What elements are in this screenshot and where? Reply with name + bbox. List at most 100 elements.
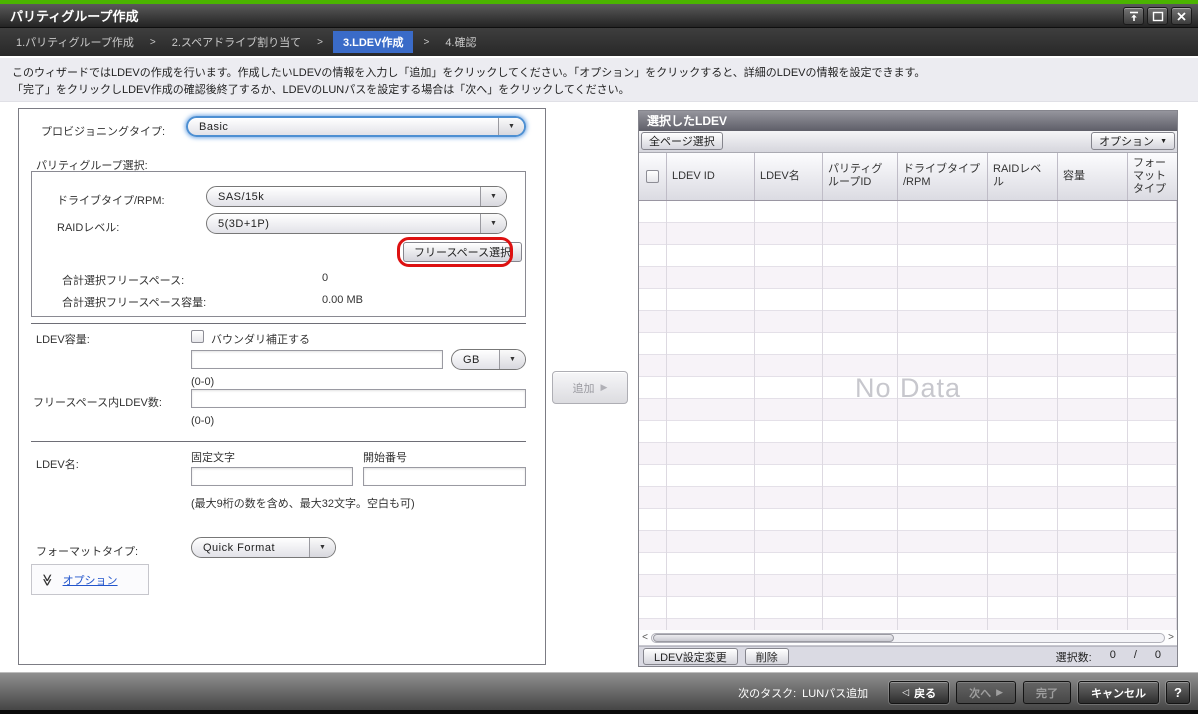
back-button-label: 戻る [914, 685, 936, 701]
wizard-step-4[interactable]: 4.確認 [439, 31, 482, 53]
options-link: オプション [63, 572, 118, 588]
column-header-parity-group-id[interactable]: パリティグループID [823, 153, 898, 200]
maximize-button[interactable] [1147, 7, 1168, 25]
ldev-settings-change-button[interactable]: LDEV設定変更 [643, 648, 738, 665]
column-header-raid-level[interactable]: RAIDレベル [988, 153, 1058, 200]
capacity-unit-value: GB [452, 354, 499, 366]
raid-level-label: RAIDレベル: [57, 219, 119, 235]
next-button[interactable]: 次へ ▶ [956, 681, 1016, 704]
table-column [898, 201, 988, 630]
boundary-correction-checkbox[interactable] [191, 330, 204, 343]
table-options-label: オプション [1099, 133, 1154, 149]
table-options-button[interactable]: オプション ▼ [1091, 132, 1175, 150]
chevron-down-icon: ▼ [480, 214, 506, 233]
table-column [1058, 201, 1128, 630]
step-separator: > [423, 37, 429, 48]
total-free-capacity-value: 0.00 MB [322, 294, 363, 306]
options-expander[interactable]: ≫ オプション [31, 564, 149, 595]
finish-button[interactable]: 完了 [1023, 681, 1071, 704]
title-bar: パリティグループ作成 [0, 4, 1198, 28]
add-button-label: 追加 [573, 380, 595, 396]
format-type-dropdown[interactable]: Quick Format ▼ [191, 537, 336, 558]
capacity-unit-dropdown[interactable]: GB ▼ [451, 349, 526, 370]
close-icon [1176, 11, 1187, 22]
cancel-button[interactable]: キャンセル [1078, 681, 1159, 704]
footer-bottom-edge [0, 710, 1198, 714]
total-free-space-label: 合計選択フリースペース: [62, 272, 184, 288]
instruction-panel: このウィザードではLDEVの作成を行います。作成したいLDEVの情報を入力し「追… [0, 58, 1198, 102]
fixed-text-input[interactable] [191, 467, 353, 486]
add-button[interactable]: 追加 ▶ [552, 371, 628, 404]
help-button[interactable]: ? [1166, 681, 1190, 704]
wizard-step-3-active[interactable]: 3.LDEV作成 [333, 31, 414, 53]
horizontal-scrollbar: < > [639, 630, 1177, 646]
scrollbar-thumb[interactable] [653, 634, 894, 642]
selected-ldev-panel: 選択したLDEV 全ページ選択 オプション ▼ LDEV ID LDEV名 パリ… [638, 110, 1178, 667]
start-number-label: 開始番号 [363, 449, 407, 465]
separator [31, 441, 526, 442]
instruction-line-1: このウィザードではLDEVの作成を行います。作成したいLDEVの情報を入力し「追… [12, 65, 1198, 82]
chevron-down-icon: ▼ [480, 187, 506, 206]
provisioning-type-label: プロビジョニングタイプ: [41, 123, 165, 139]
format-type-label: フォーマットタイプ: [36, 543, 138, 559]
selection-count: 選択数: 0 / 0 [1056, 649, 1173, 665]
fixed-text-label: 固定文字 [191, 449, 235, 465]
drive-type-label: ドライブタイプ/RPM: [57, 192, 165, 208]
raid-level-dropdown[interactable]: 5(3D+1P) ▼ [206, 213, 507, 234]
provisioning-type-dropdown[interactable]: Basic ▼ [186, 116, 526, 137]
ldev-count-label: フリースペース内LDEV数: [33, 394, 162, 410]
back-button[interactable]: ◁ 戻る [889, 681, 949, 704]
table-toolbar: 全ページ選択 オプション ▼ [639, 131, 1177, 153]
column-header-drive-type[interactable]: ドライブタイプ /RPM [898, 153, 988, 200]
next-task: 次のタスク: LUNパス追加 [738, 685, 868, 701]
wizard-step-1[interactable]: 1.パリティグループ作成 [10, 31, 140, 53]
arrow-left-icon: ◁ [902, 687, 909, 698]
column-header-format-type[interactable]: フォーマットタイプ [1128, 153, 1177, 200]
rollup-button[interactable] [1123, 7, 1144, 25]
table-footer: LDEV設定変更 削除 選択数: 0 / 0 [639, 646, 1177, 666]
ldev-create-form-panel: プロビジョニングタイプ: Basic ▼ パリティグループ選択: ドライブタイプ… [18, 108, 546, 665]
capacity-input[interactable] [191, 350, 443, 369]
double-chevron-down-icon: ≫ [40, 573, 54, 586]
next-task-value: LUNパス追加 [802, 685, 868, 701]
delete-button[interactable]: 削除 [745, 648, 789, 665]
select-all-checkbox[interactable] [646, 170, 659, 183]
chevron-down-icon: ▼ [309, 538, 335, 557]
ldev-count-range-hint: (0-0) [191, 415, 214, 427]
scrollbar-track[interactable] [651, 633, 1165, 643]
table-column [1128, 201, 1177, 630]
window-title: パリティグループ作成 [0, 6, 138, 25]
total-free-space-value: 0 [322, 272, 328, 284]
chevron-down-icon: ▼ [1160, 138, 1167, 145]
capacity-range-hint: (0-0) [191, 376, 214, 388]
drive-type-dropdown[interactable]: SAS/15k ▼ [206, 186, 507, 207]
table-body: No Data [639, 201, 1177, 630]
selected-ldev-header: 選択したLDEV [639, 111, 1177, 131]
scroll-left-icon[interactable]: < [639, 631, 651, 645]
wizard-step-2[interactable]: 2.スペアドライブ割り当て [166, 31, 307, 53]
column-header-ldev-name[interactable]: LDEV名 [755, 153, 823, 200]
finish-button-label: 完了 [1036, 685, 1058, 701]
column-header-capacity[interactable]: 容量 [1058, 153, 1128, 200]
total-free-capacity-label: 合計選択フリースペース容量: [62, 294, 206, 310]
column-header-ldev-id[interactable]: LDEV ID [667, 153, 755, 200]
separator [31, 323, 526, 324]
free-space-select-button[interactable]: フリースペース選択 [403, 242, 522, 262]
select-all-pages-button[interactable]: 全ページ選択 [641, 132, 723, 150]
boundary-correction-label: バウンダリ補正する [211, 331, 310, 347]
no-data-watermark: No Data [639, 373, 1177, 404]
ldev-name-note: (最大9桁の数を含め、最大32文字。空白も可) [191, 495, 415, 511]
selection-count-selected: 0 [1110, 649, 1116, 665]
wizard-footer-bar: 次のタスク: LUNパス追加 ◁ 戻る 次へ ▶ 完了 キャンセル ? [0, 672, 1198, 714]
step-separator: > [317, 37, 323, 48]
start-number-input[interactable] [363, 467, 526, 486]
selected-ldev-title: 選択したLDEV [647, 112, 727, 129]
ldev-count-input[interactable] [191, 389, 526, 408]
raid-level-value: 5(3D+1P) [207, 218, 480, 230]
next-button-label: 次へ [969, 685, 991, 701]
scroll-right-icon[interactable]: > [1165, 631, 1177, 645]
selection-count-separator: / [1134, 649, 1137, 665]
format-type-value: Quick Format [192, 542, 309, 554]
next-task-label: 次のタスク: [738, 685, 796, 701]
close-button[interactable] [1171, 7, 1192, 25]
